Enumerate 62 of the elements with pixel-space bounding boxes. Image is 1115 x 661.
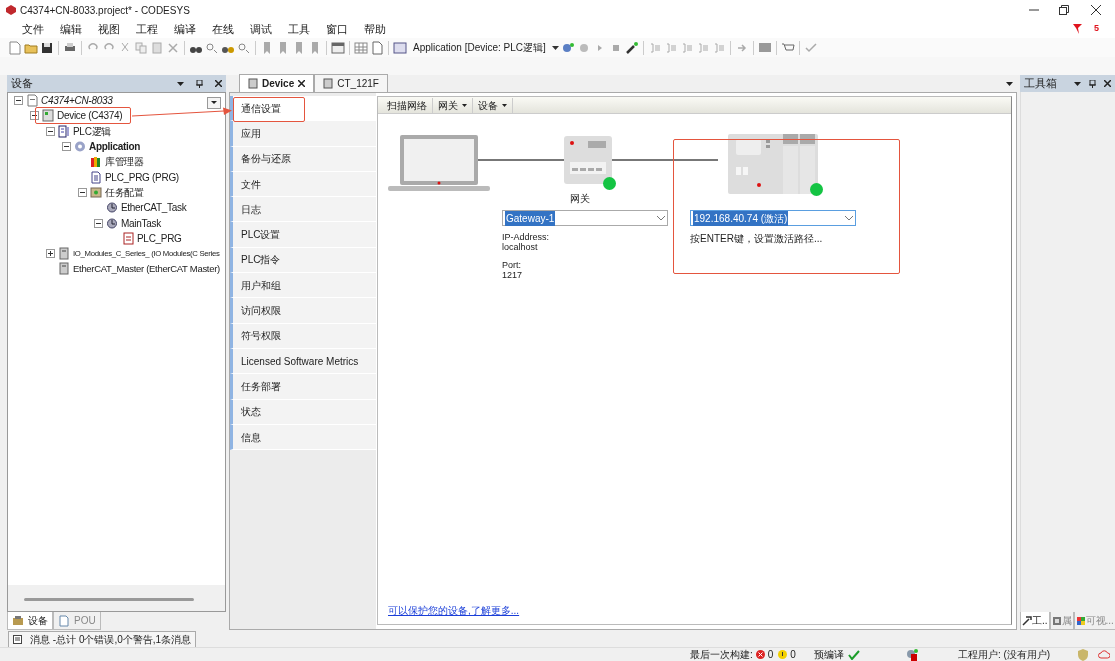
- settings-nav-item[interactable]: 文件: [230, 171, 376, 198]
- tree-item[interactable]: PLC逻辑: [73, 123, 111, 139]
- menu-item[interactable]: 帮助: [356, 20, 394, 38]
- menu-item[interactable]: 编译: [166, 20, 204, 38]
- menu-item[interactable]: 窗口: [318, 20, 356, 38]
- tree-item[interactable]: Device (C4374): [57, 108, 123, 124]
- settings-nav-item[interactable]: 日志: [230, 197, 376, 223]
- settings-nav-item[interactable]: 信息: [230, 424, 376, 451]
- dropdown-field[interactable]: Gateway-1: [502, 210, 668, 226]
- settings-nav-item[interactable]: 符号权限: [230, 323, 376, 349]
- settings-nav-item[interactable]: 通信设置: [230, 96, 376, 122]
- settings-nav-item[interactable]: PLC指令: [230, 247, 376, 274]
- settings-nav-item[interactable]: 状态: [230, 399, 376, 425]
- settings-nav-item[interactable]: Licensed Software Metrics: [230, 348, 376, 375]
- settings-nav-item[interactable]: 应用: [230, 121, 376, 147]
- hint-text: 按ENTER键，设置激活路径...: [690, 232, 823, 246]
- gateway-label: 网关: [570, 192, 590, 206]
- tree-item[interactable]: EtherCAT_Task: [121, 200, 187, 216]
- menu-item[interactable]: 调试: [242, 20, 280, 38]
- messages-tab[interactable]: 消息 -总计 0个错误,0个警告,1条消息: [8, 631, 197, 647]
- info-value: localhost: [502, 242, 539, 252]
- panel-title: 设备: [11, 76, 34, 92]
- status-text: 预编译: [813, 648, 844, 661]
- tree-item[interactable]: EtherCAT_Master (EtherCAT Master): [73, 261, 220, 277]
- application-selector[interactable]: Application [Device: PLC逻辑]: [413, 40, 546, 55]
- warning-count: 0: [790, 648, 796, 661]
- dropdown-field[interactable]: 192.168.40.74 (激活): [690, 210, 856, 226]
- panel-tab[interactable]: 设备: [7, 612, 53, 630]
- settings-nav-item[interactable]: 用户和组: [230, 273, 376, 299]
- menu-item[interactable]: 在线: [204, 20, 242, 38]
- settings-nav-item[interactable]: 备份与还原: [230, 146, 376, 172]
- toolbar-command[interactable]: 设备: [473, 97, 513, 113]
- menu-item[interactable]: 视图: [90, 20, 128, 38]
- error-count: 0: [767, 648, 774, 661]
- tree-item[interactable]: PLC_PRG (PRG): [105, 169, 179, 185]
- editor-tab[interactable]: Device: [239, 74, 315, 92]
- menu-item[interactable]: 编辑: [52, 20, 90, 38]
- learn-more-link[interactable]: 可以保护您的设备,了解更多...: [388, 603, 520, 618]
- panel-tab[interactable]: 工..: [1020, 612, 1050, 630]
- panel-title: 工具箱: [1024, 76, 1058, 92]
- info-value: 1217: [502, 270, 524, 280]
- filter-count: 5: [1093, 22, 1100, 36]
- project-user-text: 工程用户: (没有用户): [957, 648, 1051, 661]
- menu-item[interactable]: 工程: [128, 20, 166, 38]
- menu-item[interactable]: 工具: [280, 20, 318, 38]
- settings-nav-item[interactable]: PLC设置: [230, 222, 376, 248]
- settings-nav-item[interactable]: 访问权限: [230, 298, 376, 324]
- window-title: C4374+CN-8033.project* - CODESYS: [20, 3, 190, 18]
- tree-item[interactable]: C4374+CN-8033: [41, 93, 113, 109]
- tree-item[interactable]: MainTask: [121, 215, 161, 231]
- tree-item[interactable]: Application: [89, 139, 141, 155]
- toolbar-command[interactable]: 扫描网络: [382, 97, 433, 113]
- menu-item[interactable]: 文件: [14, 20, 52, 38]
- tree-item[interactable]: PLC_PRG: [137, 230, 182, 246]
- status-text: 最后一次构建:: [690, 648, 753, 661]
- tree-item[interactable]: 任务配置: [105, 184, 144, 200]
- info-label: Port:: [502, 260, 522, 270]
- info-label: IP-Address:: [502, 232, 550, 242]
- toolbar-command[interactable]: 网关: [433, 97, 473, 113]
- tree-item[interactable]: 库管理器: [105, 154, 144, 170]
- editor-tab[interactable]: CT_121F: [314, 74, 388, 92]
- settings-nav-item[interactable]: 任务部署: [230, 374, 376, 400]
